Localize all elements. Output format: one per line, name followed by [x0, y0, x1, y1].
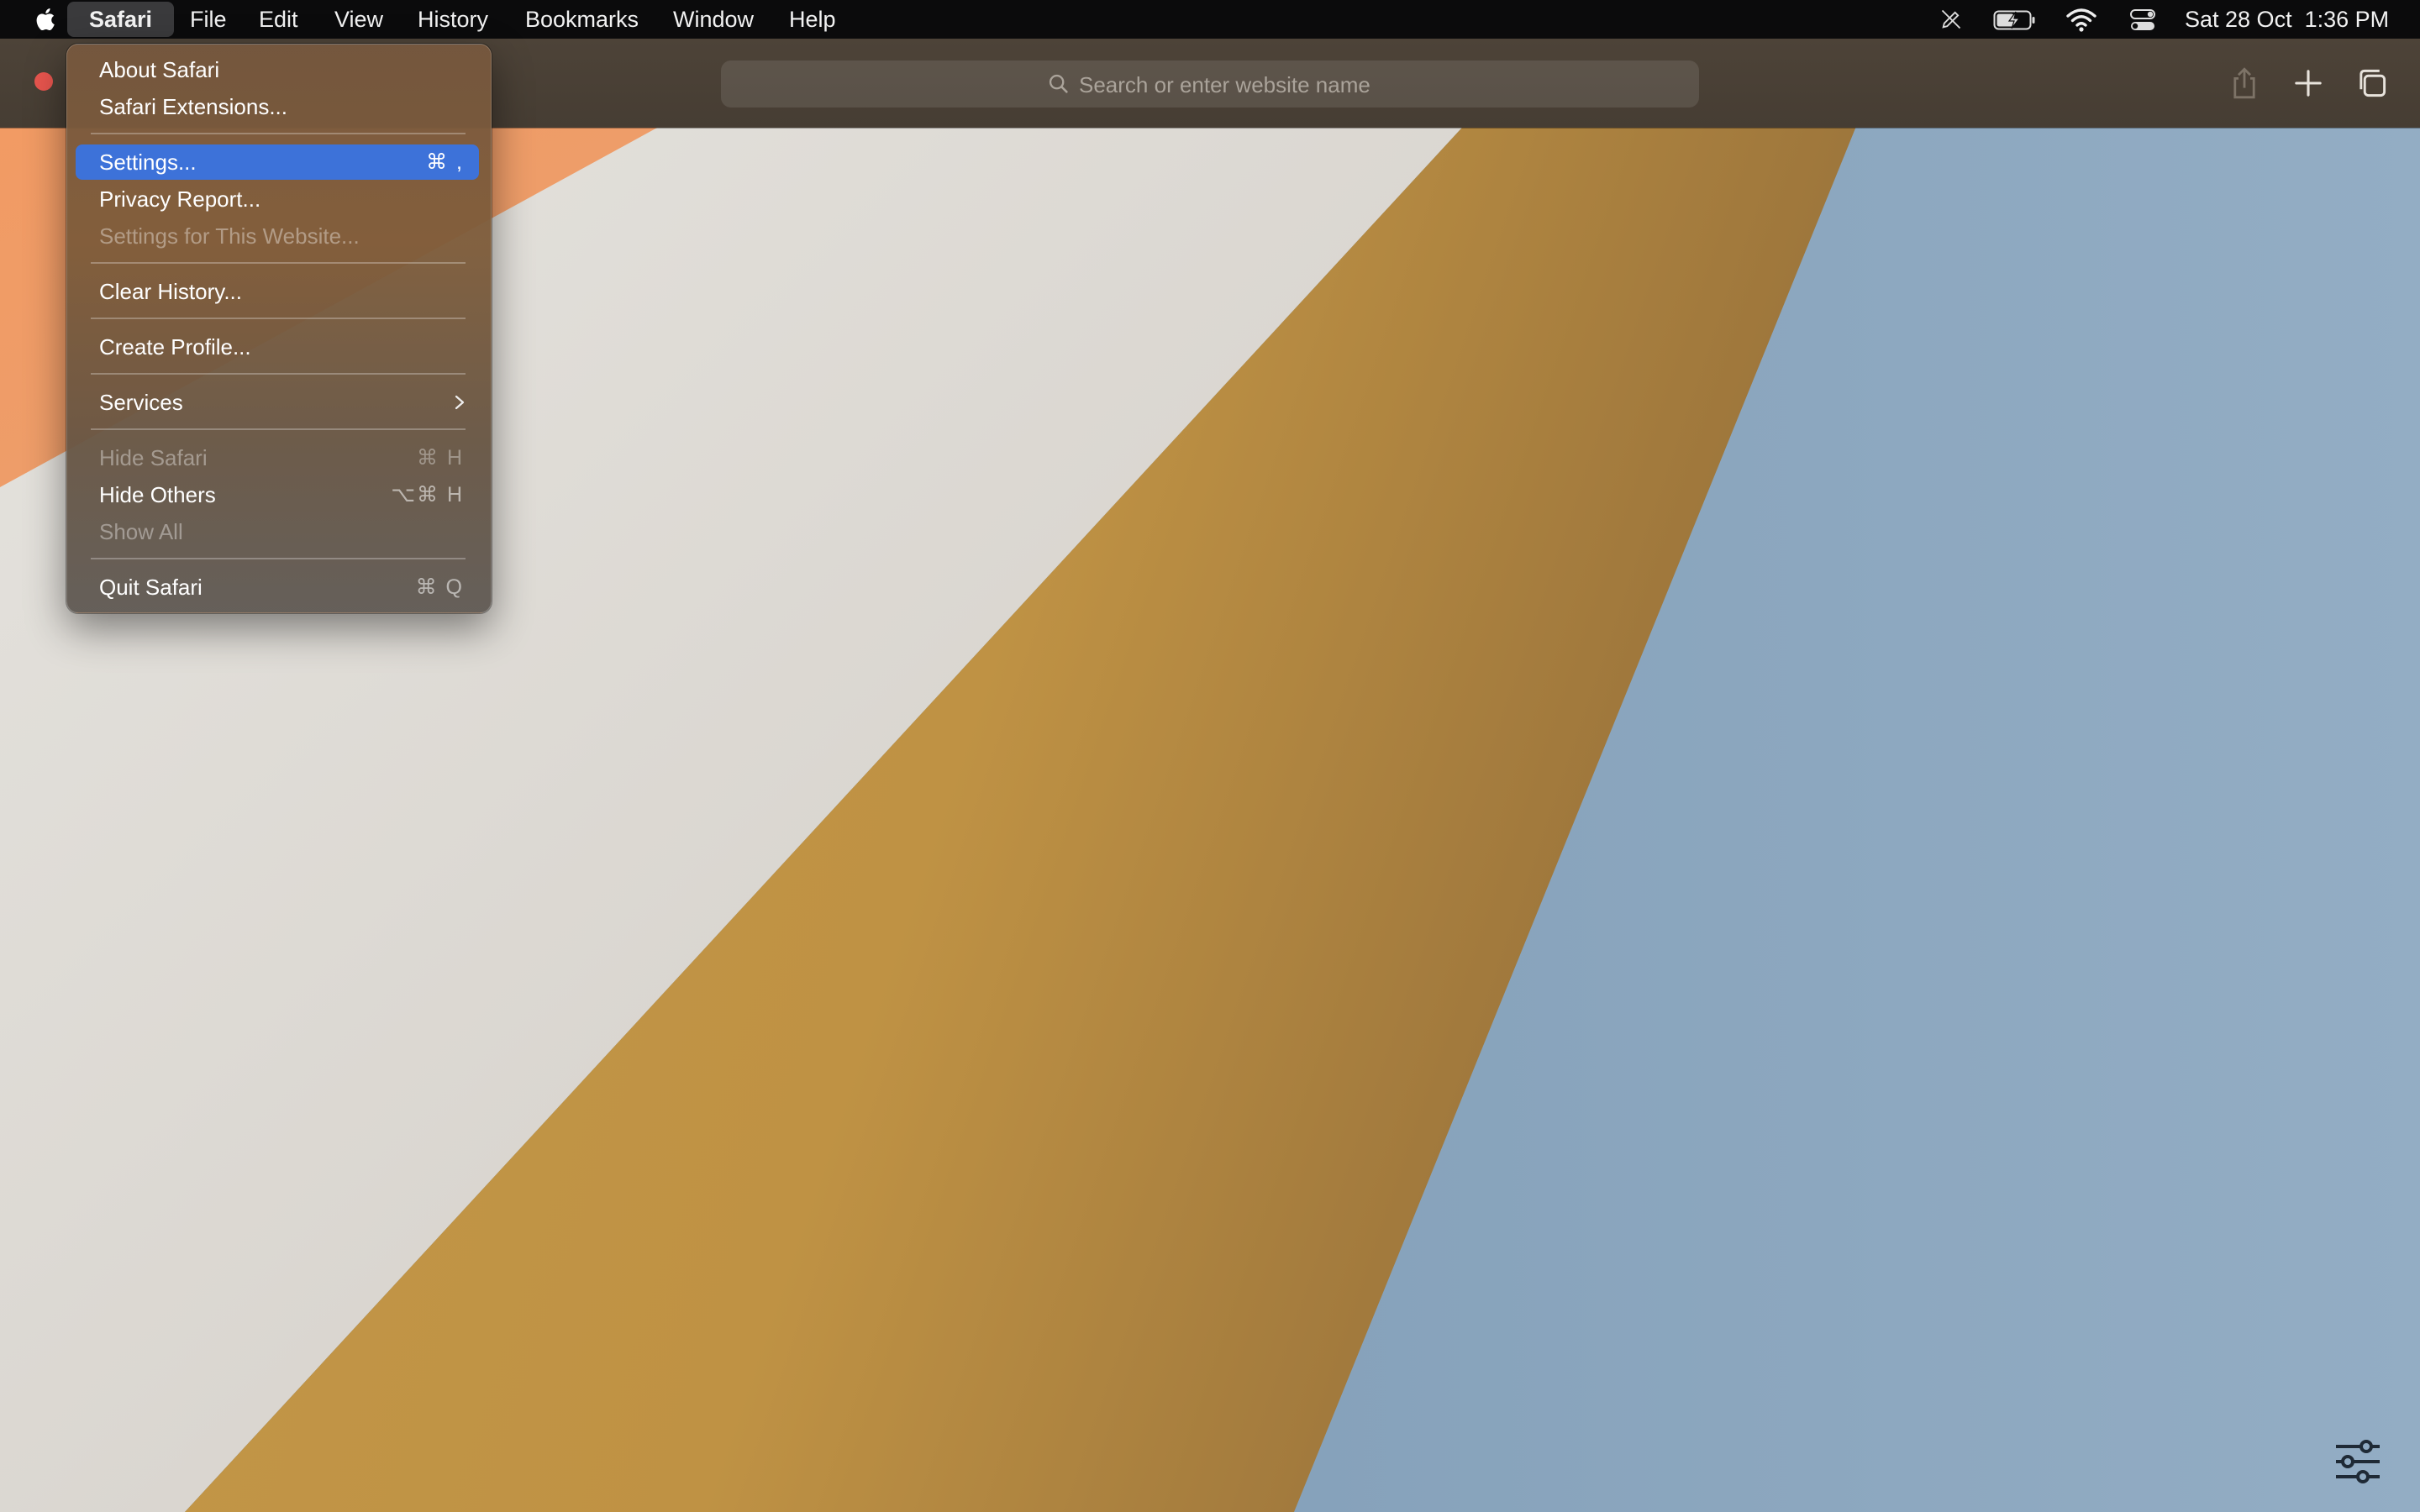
menu-help[interactable]: Help — [789, 0, 836, 39]
menu-item-shortcut: ⌘ , — [426, 150, 464, 174]
menu-item-create-profile[interactable]: Create Profile... — [76, 329, 479, 365]
menu-view[interactable]: View — [334, 0, 383, 39]
window-close-button[interactable] — [34, 72, 53, 91]
menu-window[interactable]: Window — [673, 0, 754, 39]
address-bar[interactable] — [721, 60, 1699, 109]
menu-item-settings[interactable]: Settings... ⌘ , — [76, 144, 479, 180]
menu-item-label: Settings... — [99, 150, 197, 175]
menu-item-label: Hide Safari — [99, 445, 208, 470]
menu-separator — [91, 133, 466, 134]
menu-history[interactable]: History — [418, 0, 488, 39]
menu-bar: Safari File Edit View History Bookmarks … — [0, 0, 2420, 39]
pencil-off-icon[interactable] — [1939, 8, 1963, 31]
menu-separator — [91, 373, 466, 375]
menu-item-label: About Safari — [99, 57, 220, 82]
control-center-icon[interactable] — [2129, 8, 2156, 32]
battery-charging-icon[interactable] — [1993, 9, 2037, 31]
menu-safari[interactable]: Safari — [67, 2, 175, 37]
new-tab-plus-icon[interactable] — [2294, 69, 2323, 97]
menu-item-label: Services — [99, 390, 183, 415]
menu-item-services[interactable]: Services — [76, 385, 479, 420]
menu-item-show-all: Show All — [76, 514, 479, 549]
menu-item-label: Safari Extensions... — [99, 94, 287, 119]
menu-item-privacy-report[interactable]: Privacy Report... — [76, 181, 479, 217]
safari-menu-dropdown: About Safari Safari Extensions... Settin… — [66, 44, 492, 613]
share-icon[interactable] — [2230, 66, 2259, 101]
menu-item-label: Show All — [99, 519, 183, 544]
menu-separator — [91, 428, 466, 430]
chevron-right-icon — [455, 395, 465, 410]
menu-file[interactable]: File — [190, 0, 227, 39]
menubar-clock[interactable]: Sat 28 Oct 1:36 PM — [2185, 0, 2389, 39]
menu-item-label: Create Profile... — [99, 334, 251, 360]
menu-item-shortcut: ⌘ Q — [415, 575, 464, 599]
menu-item-label: Settings for This Website... — [99, 223, 360, 249]
menu-item-safari-extensions[interactable]: Safari Extensions... — [76, 89, 479, 124]
menu-item-settings-for-website: Settings for This Website... — [76, 218, 479, 254]
menu-item-about-safari[interactable]: About Safari — [76, 52, 479, 87]
menu-item-label: Clear History... — [99, 279, 242, 304]
menu-separator — [91, 262, 466, 264]
menu-edit[interactable]: Edit — [259, 0, 298, 39]
wifi-icon[interactable] — [2065, 8, 2097, 33]
menu-item-shortcut: ⌘ H — [417, 446, 464, 470]
menu-item-shortcut: ⌥⌘ H — [391, 483, 464, 507]
menu-item-hide-others[interactable]: Hide Others ⌥⌘ H — [76, 477, 479, 512]
sliders-icon[interactable] — [2333, 1438, 2383, 1485]
menu-item-clear-history[interactable]: Clear History... — [76, 274, 479, 309]
menu-separator — [91, 318, 466, 319]
menu-item-label: Quit Safari — [99, 575, 203, 600]
menu-item-quit-safari[interactable]: Quit Safari ⌘ Q — [76, 570, 479, 605]
address-input[interactable] — [1077, 60, 1669, 109]
menu-item-hide-safari: Hide Safari ⌘ H — [76, 440, 479, 475]
search-icon — [1049, 74, 1068, 93]
apple-logo-icon[interactable] — [32, 5, 60, 34]
menu-item-label: Privacy Report... — [99, 186, 261, 212]
menu-bookmarks[interactable]: Bookmarks — [525, 0, 639, 39]
tab-overview-icon[interactable] — [2356, 67, 2388, 99]
menu-separator — [91, 558, 466, 559]
menu-item-label: Hide Others — [99, 482, 216, 507]
